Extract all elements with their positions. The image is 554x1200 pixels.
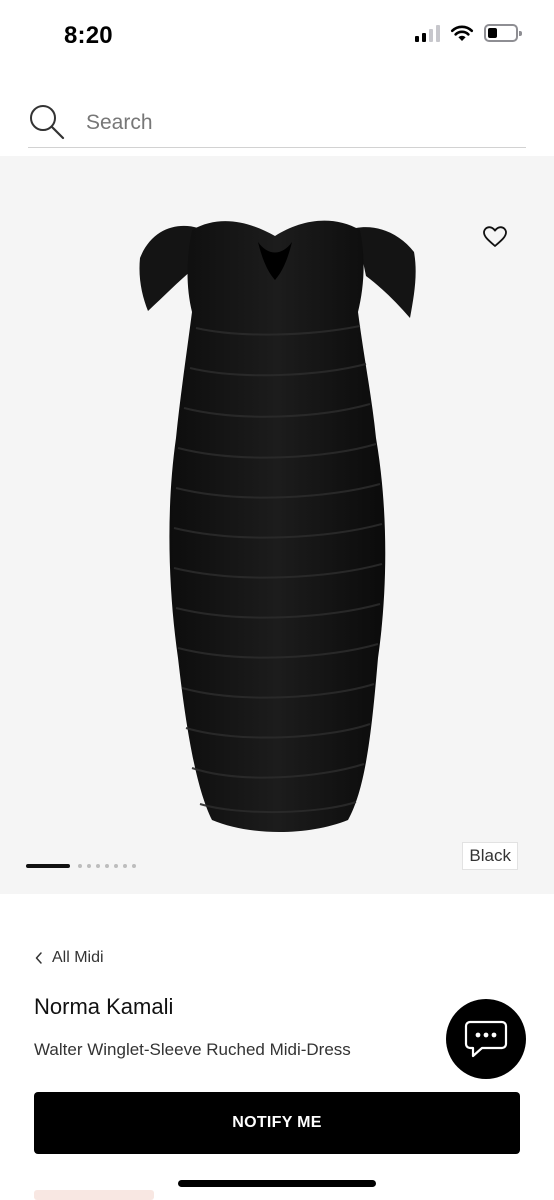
status-bar: 8:20 bbox=[0, 0, 554, 72]
offscreen-content-peek bbox=[34, 1190, 154, 1200]
product-image-gallery[interactable]: Black bbox=[0, 156, 554, 894]
brand-name[interactable]: Norma Kamali bbox=[34, 994, 173, 1020]
battery-icon bbox=[484, 24, 522, 42]
pager-dot bbox=[87, 864, 91, 868]
pager-dot bbox=[114, 864, 118, 868]
home-indicator[interactable] bbox=[178, 1180, 376, 1187]
heart-icon[interactable] bbox=[482, 224, 508, 250]
pager-dot bbox=[105, 864, 109, 868]
product-image bbox=[139, 220, 416, 832]
image-pager[interactable] bbox=[26, 864, 136, 868]
status-time: 8:20 bbox=[64, 22, 113, 49]
chevron-left-icon bbox=[35, 952, 42, 964]
chat-button[interactable] bbox=[446, 999, 526, 1079]
status-icons bbox=[415, 24, 522, 42]
breadcrumb-label[interactable]: All Midi bbox=[52, 949, 104, 967]
notify-me-button[interactable]: NOTIFY ME bbox=[34, 1092, 520, 1154]
pager-dot bbox=[132, 864, 136, 868]
search-icon[interactable] bbox=[28, 103, 66, 141]
pager-dot bbox=[78, 864, 82, 868]
chat-icon bbox=[464, 1020, 508, 1058]
breadcrumb[interactable]: All Midi bbox=[34, 949, 104, 967]
color-label: Black bbox=[462, 842, 518, 870]
wifi-icon bbox=[450, 25, 474, 41]
pager-dot bbox=[96, 864, 100, 868]
product-name: Walter Winglet-Sleeve Ruched Midi-Dress bbox=[34, 1040, 351, 1059]
cellular-signal-icon bbox=[415, 24, 440, 42]
search-bar bbox=[28, 100, 526, 148]
search-input[interactable] bbox=[86, 108, 506, 138]
pager-active-indicator bbox=[26, 864, 70, 868]
pager-dot bbox=[123, 864, 127, 868]
